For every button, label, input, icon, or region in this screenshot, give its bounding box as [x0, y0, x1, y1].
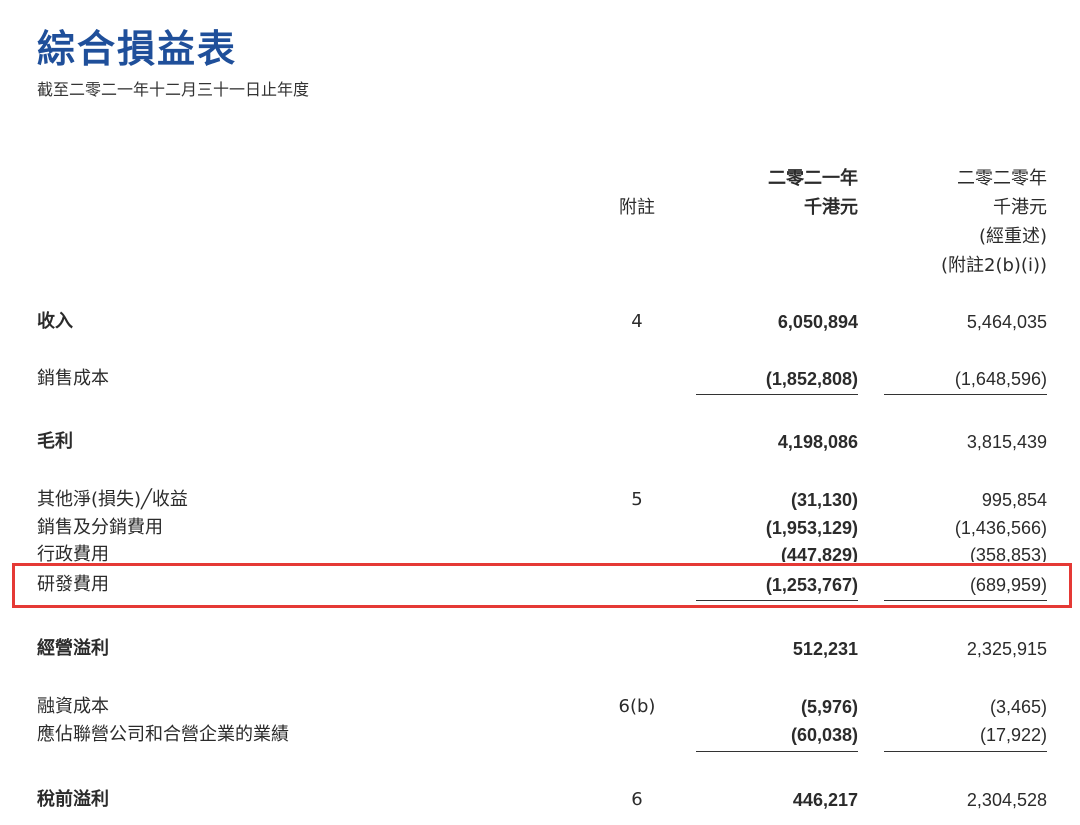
row-label: 銷售成本	[37, 368, 109, 389]
note-column-header: 附註	[619, 197, 655, 218]
row-note: 5	[631, 489, 643, 510]
row-label: 經營溢利	[37, 638, 109, 659]
prior-restated-header: (經重述)	[978, 226, 1047, 247]
statement-period: 截至二零二一年十二月三十一日止年度	[37, 80, 310, 99]
row-note: 6	[631, 789, 643, 810]
row-note: 4	[631, 311, 643, 332]
row-note: 6(b)	[618, 696, 656, 717]
table-row-cost-of-sales: 銷售成本 (1,852,808) (1,648,596)	[0, 365, 1080, 393]
row-current-value: 512,231	[792, 639, 858, 659]
current-year-header: 二零二一年	[768, 168, 858, 189]
row-current-value: 446,217	[792, 790, 858, 810]
row-prior-value: (1,648,596)	[954, 369, 1047, 389]
row-current-value: (5,976)	[800, 697, 858, 717]
prior-unit-header: 千港元	[993, 197, 1047, 218]
statement-title: 綜合損益表	[37, 27, 238, 71]
table-row-other-net-gains: 其他淨(損失)╱收益 5 (31,130) 995,854	[0, 486, 1080, 514]
row-current-value: (31,130)	[790, 490, 858, 510]
row-label: 其他淨(損失)╱收益	[37, 489, 188, 510]
table-row-revenue: 收入 4 6,050,894 5,464,035	[0, 308, 1080, 336]
table-row-profit-before-tax: 稅前溢利 6 446,217 2,304,528	[0, 786, 1080, 814]
table-row-operating-profit: 經營溢利 512,231 2,325,915	[0, 635, 1080, 663]
row-label: 收入	[37, 311, 73, 332]
current-unit-header: 千港元	[804, 197, 858, 218]
rnd-highlight-box	[12, 563, 1072, 608]
row-current-value: (60,038)	[790, 725, 858, 745]
row-label: 融資成本	[37, 696, 109, 717]
table-row-selling-distribution: 銷售及分銷費用 (1,953,129) (1,436,566)	[0, 514, 1080, 542]
subtotal-rule-prior	[884, 394, 1047, 395]
row-label: 銷售及分銷費用	[37, 517, 163, 538]
row-prior-value: (3,465)	[989, 697, 1047, 717]
row-prior-value: 2,325,915	[966, 639, 1047, 659]
prior-year-header: 二零二零年	[957, 168, 1047, 189]
subtotal-rule-current	[696, 394, 858, 395]
prior-note-ref-header: (附註2(b)(i))	[940, 255, 1047, 276]
row-current-value: (1,852,808)	[765, 369, 858, 389]
row-current-value: 4,198,086	[777, 432, 858, 452]
row-current-value: 6,050,894	[777, 312, 858, 332]
table-row-finance-costs: 融資成本 6(b) (5,976) (3,465)	[0, 693, 1080, 721]
row-prior-value: 995,854	[981, 490, 1047, 510]
row-prior-value: 2,304,528	[966, 790, 1047, 810]
row-prior-value: 3,815,439	[966, 432, 1047, 452]
row-prior-value: (17,922)	[979, 725, 1047, 745]
row-label: 稅前溢利	[37, 789, 109, 810]
row-prior-value: 5,464,035	[966, 312, 1047, 332]
subtotal-rule-current	[696, 751, 858, 752]
row-label: 毛利	[37, 431, 73, 452]
row-prior-value: (1,436,566)	[954, 518, 1047, 538]
row-current-value: (1,953,129)	[765, 518, 858, 538]
table-row-gross-profit: 毛利 4,198,086 3,815,439	[0, 428, 1080, 456]
row-label: 應佔聯營公司和合營企業的業績	[37, 724, 289, 745]
subtotal-rule-prior	[884, 751, 1047, 752]
table-row-share-of-associates: 應佔聯營公司和合營企業的業績 (60,038) (17,922)	[0, 721, 1080, 749]
